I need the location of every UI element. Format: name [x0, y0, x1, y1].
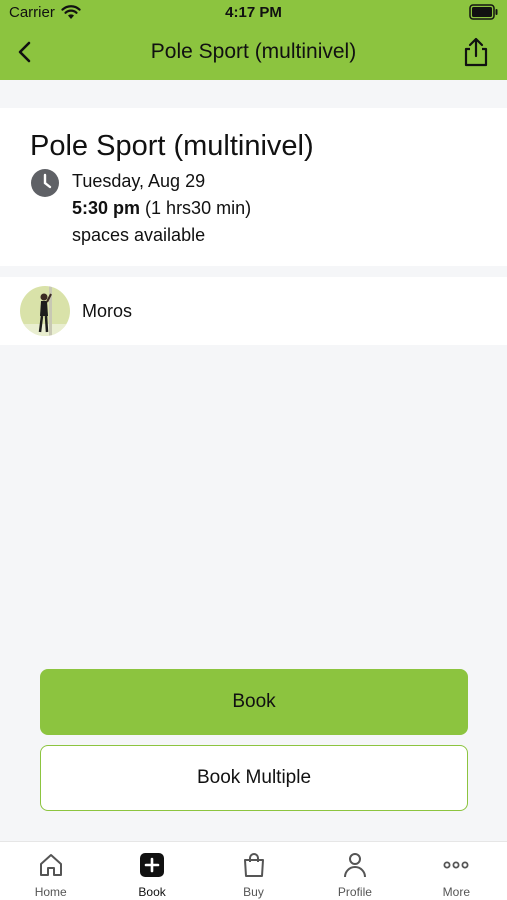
class-duration: (1 hrs30 min): [145, 198, 252, 218]
book-button[interactable]: Book: [40, 669, 468, 735]
tab-label: Book: [138, 885, 166, 899]
clock-icon: [31, 169, 59, 197]
person-icon: [343, 853, 366, 878]
battery-icon: [469, 4, 498, 20]
top-bar: Carrier 4:17 PM Pole Sport (multinivel): [0, 0, 507, 80]
plus-square-icon: [140, 853, 165, 877]
tab-book[interactable]: Book: [101, 842, 202, 900]
book-multiple-button[interactable]: Book Multiple: [40, 745, 468, 811]
share-icon[interactable]: [461, 36, 491, 68]
shopping-bag-icon: [243, 853, 264, 877]
tab-label: Profile: [337, 885, 372, 899]
availability-text: spaces available: [72, 225, 206, 245]
more-dots-icon: [443, 861, 469, 869]
home-icon: [39, 854, 62, 876]
tab-home[interactable]: Home: [0, 842, 101, 900]
class-time: 5:30 pm: [72, 198, 141, 218]
instructor-avatar: [20, 286, 70, 336]
tab-more[interactable]: More: [406, 842, 507, 900]
class-time-line: 5:30 pm (1 hrs30 min): [72, 198, 251, 219]
instructor-row[interactable]: Moros: [0, 277, 507, 345]
class-date: Tuesday, Aug 29: [72, 171, 206, 191]
status-time: 4:17 PM: [225, 4, 282, 21]
class-details-card: Pole Sport (multinivel) Tuesday, Aug 29 …: [0, 108, 507, 266]
tab-label: Buy: [243, 885, 264, 899]
tab-buy[interactable]: Buy: [203, 842, 304, 900]
class-title: Pole Sport (multinivel): [30, 130, 314, 162]
page-title: Pole Sport (multinivel): [150, 40, 357, 63]
instructor-name: Moros: [82, 301, 133, 321]
status-bar: Carrier 4:17 PM: [0, 0, 507, 26]
tab-bar: Home Book Buy Profile More: [0, 841, 507, 900]
tab-label: More: [442, 885, 470, 899]
tab-profile[interactable]: Profile: [304, 842, 405, 900]
navigation-bar: Pole Sport (multinivel): [0, 26, 507, 80]
tab-label: Home: [34, 885, 67, 899]
